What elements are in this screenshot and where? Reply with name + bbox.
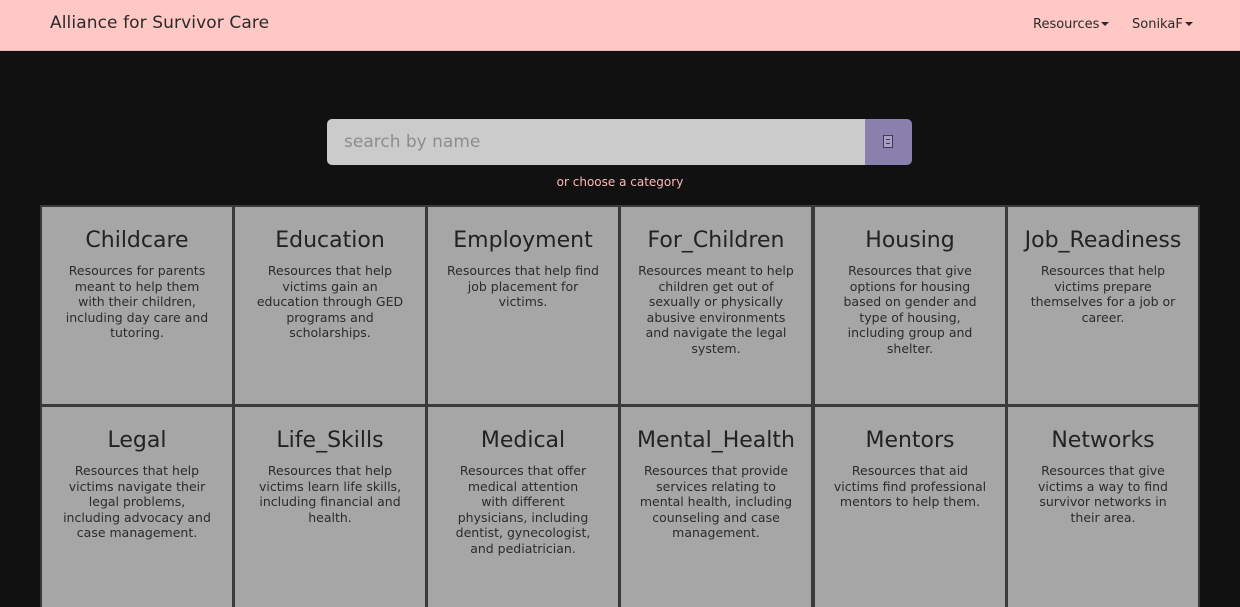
category-card-education[interactable]: Education Resources that help victims gai…	[235, 207, 425, 404]
category-card-medical[interactable]: Medical Resources that offer medical atte…	[428, 407, 618, 607]
category-description: Resources that help victims learn life s…	[258, 463, 402, 525]
category-description: Resources meant to help children get out…	[638, 263, 794, 356]
category-description: Resources that provide services relating…	[639, 463, 793, 540]
category-card-employment[interactable]: Employment Resources that help find job p…	[428, 207, 618, 404]
category-description: Resources that help victims prepare them…	[1030, 263, 1176, 325]
category-card-job-readiness[interactable]: Job_Readiness Resources that help victims…	[1008, 207, 1198, 404]
search-input[interactable]	[327, 119, 865, 165]
category-title: Life_Skills	[276, 428, 384, 453]
category-description: Resources that give options for housing …	[843, 263, 977, 356]
search-icon	[883, 135, 893, 148]
category-description: Resources that help victims gain an educ…	[256, 263, 404, 340]
category-title: Employment	[453, 228, 593, 253]
category-card-networks[interactable]: Networks Resources that give victims a wa…	[1008, 407, 1198, 607]
category-card-legal[interactable]: Legal Resources that help victims navigat…	[42, 407, 232, 607]
category-title: Childcare	[85, 228, 189, 253]
resources-label: Resources	[1033, 17, 1100, 32]
category-card-life-skills[interactable]: Life_Skills Resources that help victims l…	[235, 407, 425, 607]
category-title: Job_Readiness	[1024, 228, 1182, 253]
category-description: Resources that give victims a way to fin…	[1038, 463, 1168, 525]
category-title: Mental_Health	[637, 428, 795, 453]
category-title: Housing	[865, 228, 955, 253]
caret-down-icon	[1101, 21, 1110, 26]
category-description: Resources that aid victims find professi…	[833, 463, 987, 509]
user-label: SonikaF	[1132, 17, 1183, 32]
category-card-mentors[interactable]: Mentors Resources that aid victims find p…	[815, 407, 1005, 607]
user-dropdown[interactable]: SonikaF	[1132, 17, 1193, 32]
category-title: For_Children	[647, 228, 785, 253]
caret-down-icon	[1184, 21, 1193, 26]
category-title: Education	[275, 228, 385, 253]
category-card-mental-health[interactable]: Mental_Health Resources that provide serv…	[621, 407, 811, 607]
category-card-childcare[interactable]: Childcare Resources for parents meant to …	[42, 207, 232, 404]
category-card-housing[interactable]: Housing Resources that give options for h…	[815, 207, 1005, 404]
category-title: Networks	[1051, 428, 1155, 453]
category-description: Resources that help find job placement f…	[447, 263, 599, 309]
category-card-for-children[interactable]: For_Children Resources meant to help chil…	[621, 207, 811, 404]
category-description: Resources that help victims navigate the…	[63, 463, 211, 540]
choose-category-text: or choose a category	[556, 175, 684, 189]
category-description: Resources that offer medical attention w…	[455, 463, 591, 556]
category-description: Resources for parents meant to help them…	[65, 263, 209, 340]
search-bar	[327, 119, 912, 165]
brand-title[interactable]: Alliance for Survivor Care	[50, 13, 269, 33]
category-title: Mentors	[865, 428, 955, 453]
category-title: Legal	[107, 428, 167, 453]
category-grid: Childcare Resources for parents meant to …	[40, 205, 1200, 607]
resources-dropdown[interactable]: Resources	[1033, 17, 1110, 32]
category-title: Medical	[480, 428, 566, 453]
search-button[interactable]	[865, 119, 912, 165]
navbar: Alliance for Survivor Care Resources Son…	[0, 0, 1240, 51]
